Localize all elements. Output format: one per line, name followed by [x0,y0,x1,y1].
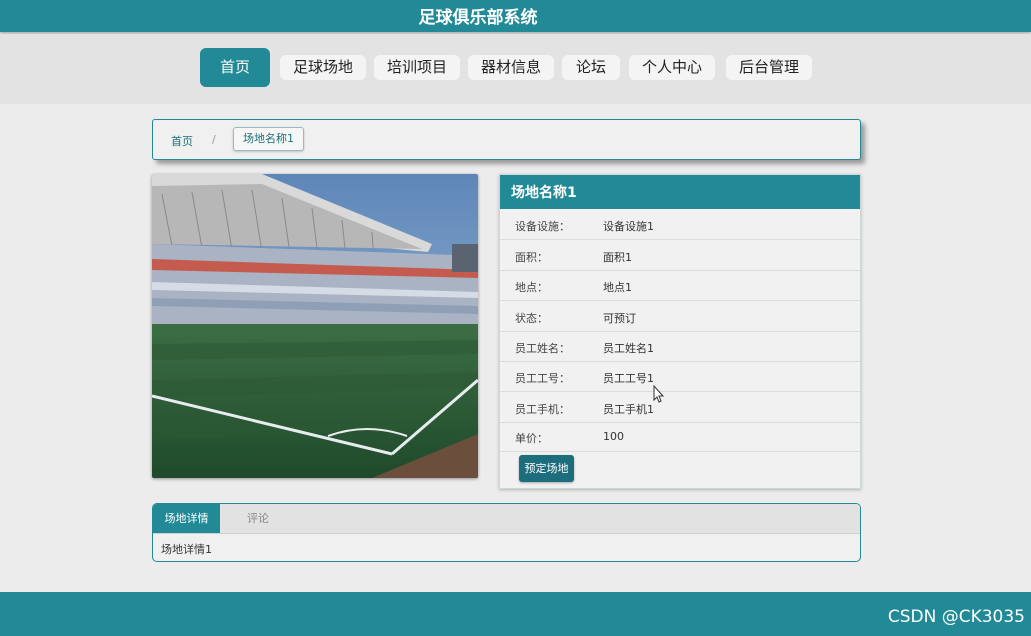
detail-label: 设备设施： [515,220,570,233]
tab-bar: 场地详情 评论 [153,504,860,534]
detail-tabs: 场地详情 评论 场地详情1 [152,503,861,562]
breadcrumb-separator: / [212,133,216,146]
tab-comments[interactable]: 评论 [233,504,283,533]
nav-item-home[interactable]: 首页 [200,48,270,87]
field-title: 场地名称1 [500,175,860,209]
detail-label: 单价： [515,432,548,445]
site-title: 足球俱乐部系统 [418,8,538,28]
detail-label: 状态： [515,312,548,325]
detail-row-price: 单价： 100 [500,421,860,452]
detail-value: 设备设施1 [603,220,654,233]
detail-label: 员工姓名： [515,342,570,355]
detail-row-facilities: 设备设施： 设备设施1 [500,209,860,240]
nav-item-fields[interactable]: 足球场地 [280,55,366,80]
detail-label: 员工工号： [515,372,570,385]
detail-row-staff-name: 员工姓名： 员工姓名1 [500,331,860,362]
detail-row-location: 地点： 地点1 [500,270,860,301]
tab-content: 场地详情1 [161,543,212,556]
mouse-cursor-icon [653,385,665,403]
detail-value: 员工姓名1 [603,342,654,355]
detail-label: 地点： [515,281,548,294]
detail-row-staff-phone: 员工手机： 员工手机1 [500,392,860,423]
nav-item-forum[interactable]: 论坛 [562,55,620,80]
detail-label: 员工手机： [515,403,570,416]
detail-value: 面积1 [603,251,632,264]
detail-value: 可预订 [603,312,636,325]
stadium-photo [152,174,478,478]
detail-value: 地点1 [603,281,632,294]
detail-label: 面积： [515,251,548,264]
detail-value: 员工手机1 [603,403,654,416]
book-field-button[interactable]: 预定场地 [519,455,574,482]
detail-row-staff-id: 员工工号： 员工工号1 [500,361,860,392]
nav-item-admin[interactable]: 后台管理 [726,55,812,80]
detail-value: 100 [603,430,624,443]
nav-item-equipment[interactable]: 器材信息 [468,55,554,80]
breadcrumb-home-link[interactable]: 首页 [171,133,193,149]
nav-item-personal-center[interactable]: 个人中心 [629,55,715,80]
footer [0,592,1031,636]
breadcrumb-current: 场地名称1 [233,127,304,151]
top-bar: 足球俱乐部系统 [0,0,1031,32]
breadcrumb: 首页 / 场地名称1 [152,119,861,160]
nav-item-training[interactable]: 培训项目 [374,55,460,80]
tab-field-details[interactable]: 场地详情 [153,504,220,533]
watermark-text: CSDN @CK3035 [887,607,1025,627]
field-detail-card: 场地名称1 设备设施： 设备设施1 面积： 面积1 地点： 地点1 状态： 可预… [499,174,861,489]
detail-row-area: 面积： 面积1 [500,240,860,271]
detail-row-status: 状态： 可预订 [500,301,860,332]
detail-value: 员工工号1 [603,372,654,385]
